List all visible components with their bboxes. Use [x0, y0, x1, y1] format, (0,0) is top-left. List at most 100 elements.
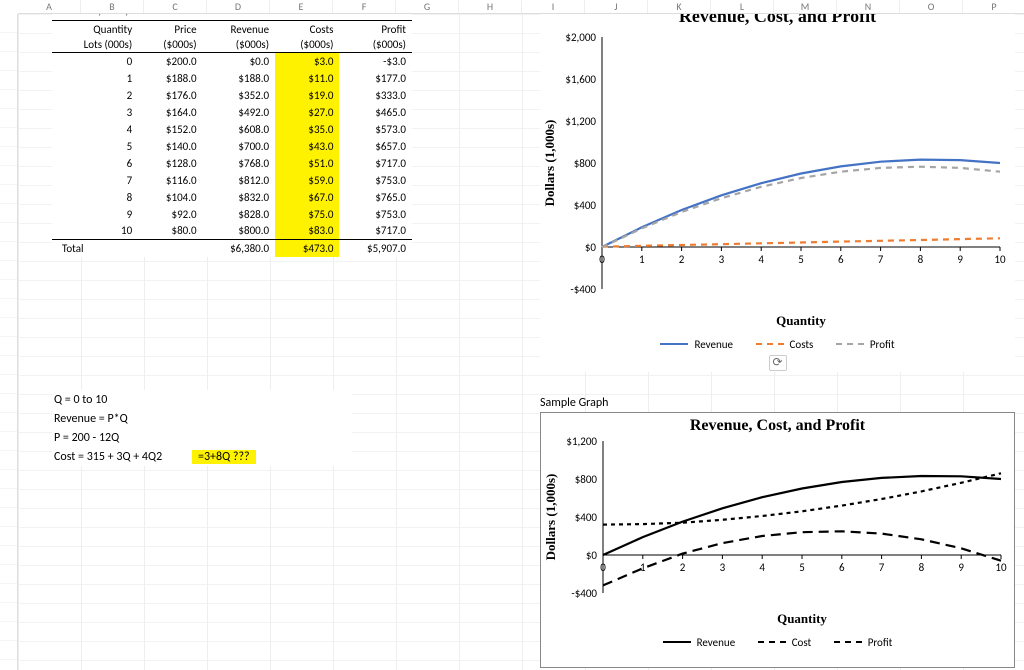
column-header[interactable]: D [207, 0, 270, 13]
row-header[interactable] [0, 166, 17, 185]
cell-quantity[interactable]: 9 [52, 206, 138, 223]
row-header[interactable] [0, 622, 17, 641]
cell-cost[interactable]: $75.0 [275, 206, 339, 223]
cell-revenue[interactable]: $832.0 [203, 189, 276, 206]
cell-revenue[interactable]: $768.0 [203, 155, 276, 172]
row-header[interactable] [0, 223, 17, 242]
row-header[interactable] [0, 299, 17, 318]
row-header[interactable] [0, 128, 17, 147]
row-header[interactable] [0, 546, 17, 565]
cell-price[interactable]: $116.0 [138, 172, 202, 189]
cell-price[interactable]: $164.0 [138, 104, 202, 121]
cell-revenue[interactable]: $352.0 [203, 87, 276, 104]
cell-quantity[interactable]: 0 [52, 53, 138, 70]
cell-profit[interactable]: $657.0 [339, 138, 412, 155]
row-header[interactable] [0, 489, 17, 508]
cell-price[interactable]: $80.0 [138, 223, 202, 240]
row-header[interactable] [0, 413, 17, 432]
row-header[interactable] [0, 565, 17, 584]
cell-cost[interactable]: $83.0 [275, 223, 339, 240]
column-header[interactable]: F [333, 0, 396, 13]
cell-profit[interactable]: $765.0 [339, 189, 412, 206]
cell-cost[interactable]: $35.0 [275, 121, 339, 138]
row-header[interactable] [0, 432, 17, 451]
cell-revenue[interactable]: $188.0 [203, 70, 276, 87]
row-header[interactable] [0, 318, 17, 337]
cell-cost[interactable]: $19.0 [275, 87, 339, 104]
row-header[interactable] [0, 603, 17, 622]
row-header[interactable] [0, 470, 17, 489]
cell-quantity[interactable]: 5 [52, 138, 138, 155]
cell-quantity[interactable]: 6 [52, 155, 138, 172]
column-header[interactable]: K [648, 0, 711, 13]
cell-quantity[interactable]: 1 [52, 70, 138, 87]
cell-revenue[interactable]: $800.0 [203, 223, 276, 240]
refresh-icon[interactable]: ⟳ [769, 355, 787, 371]
cell-quantity[interactable]: 7 [52, 172, 138, 189]
row-header[interactable] [0, 508, 17, 527]
column-header[interactable]: M [774, 0, 837, 13]
cell-profit[interactable]: -$3.0 [339, 53, 412, 70]
cell-profit[interactable]: $465.0 [339, 104, 412, 121]
column-header[interactable]: G [396, 0, 459, 13]
cell-revenue[interactable]: $0.0 [203, 53, 276, 70]
row-header[interactable] [0, 90, 17, 109]
cell-profit[interactable]: $753.0 [339, 172, 412, 189]
cell-cost[interactable]: $51.0 [275, 155, 339, 172]
cell-profit[interactable]: $717.0 [339, 223, 412, 240]
cell-revenue[interactable]: $492.0 [203, 104, 276, 121]
row-header[interactable] [0, 394, 17, 413]
cell-price[interactable]: $128.0 [138, 155, 202, 172]
cell-quantity[interactable]: 2 [52, 87, 138, 104]
column-header[interactable]: A [18, 0, 81, 13]
cell-price[interactable]: $104.0 [138, 189, 202, 206]
row-header[interactable] [0, 261, 17, 280]
row-header[interactable] [0, 584, 17, 603]
cell-price[interactable]: $176.0 [138, 87, 202, 104]
chart-revenue-cost-profit-bw[interactable]: Revenue, Cost, and Profit -$400$0$400$80… [540, 412, 1015, 668]
cell-quantity[interactable]: 4 [52, 121, 138, 138]
cell-profit[interactable]: $753.0 [339, 206, 412, 223]
row-header[interactable] [0, 660, 17, 670]
row-header[interactable] [0, 33, 17, 52]
cell-cost[interactable]: $67.0 [275, 189, 339, 206]
cell-price[interactable]: $152.0 [138, 121, 202, 138]
cell-profit[interactable]: $573.0 [339, 121, 412, 138]
column-header[interactable]: I [522, 0, 585, 13]
column-header[interactable]: E [270, 0, 333, 13]
row-header[interactable] [0, 356, 17, 375]
column-header[interactable]: L [711, 0, 774, 13]
cell-quantity[interactable]: 3 [52, 104, 138, 121]
cell-cost[interactable]: $59.0 [275, 172, 339, 189]
cell-price[interactable]: $188.0 [138, 70, 202, 87]
column-header[interactable]: H [459, 0, 522, 13]
row-header[interactable] [0, 375, 17, 394]
row-header[interactable] [0, 337, 17, 356]
column-header[interactable]: J [585, 0, 648, 13]
cell-cost[interactable]: $27.0 [275, 104, 339, 121]
row-header[interactable] [0, 641, 17, 660]
chart-revenue-cost-profit-color[interactable]: Revenue, Cost, and Profit -$400$0$400$80… [540, 2, 1015, 372]
cell-price[interactable]: $140.0 [138, 138, 202, 155]
row-header[interactable] [0, 52, 17, 71]
cell-price[interactable]: $200.0 [138, 53, 202, 70]
row-header[interactable] [0, 242, 17, 261]
cell-cost[interactable]: $3.0 [275, 53, 339, 70]
cell-cost[interactable]: $43.0 [275, 138, 339, 155]
row-header[interactable] [0, 71, 17, 90]
cell-profit[interactable]: $177.0 [339, 70, 412, 87]
row-header[interactable] [0, 527, 17, 546]
row-header[interactable] [0, 14, 17, 33]
row-header[interactable] [0, 147, 17, 166]
cell-profit[interactable]: $333.0 [339, 87, 412, 104]
cell-revenue[interactable]: $828.0 [203, 206, 276, 223]
cell-cost[interactable]: $11.0 [275, 70, 339, 87]
cell-revenue[interactable]: $700.0 [203, 138, 276, 155]
column-header[interactable]: N [837, 0, 900, 13]
row-header[interactable] [0, 204, 17, 223]
cell-quantity[interactable]: 10 [52, 223, 138, 240]
cell-price[interactable]: $92.0 [138, 206, 202, 223]
column-header[interactable]: C [144, 0, 207, 13]
column-header[interactable]: P [963, 0, 1024, 13]
cell-revenue[interactable]: $608.0 [203, 121, 276, 138]
